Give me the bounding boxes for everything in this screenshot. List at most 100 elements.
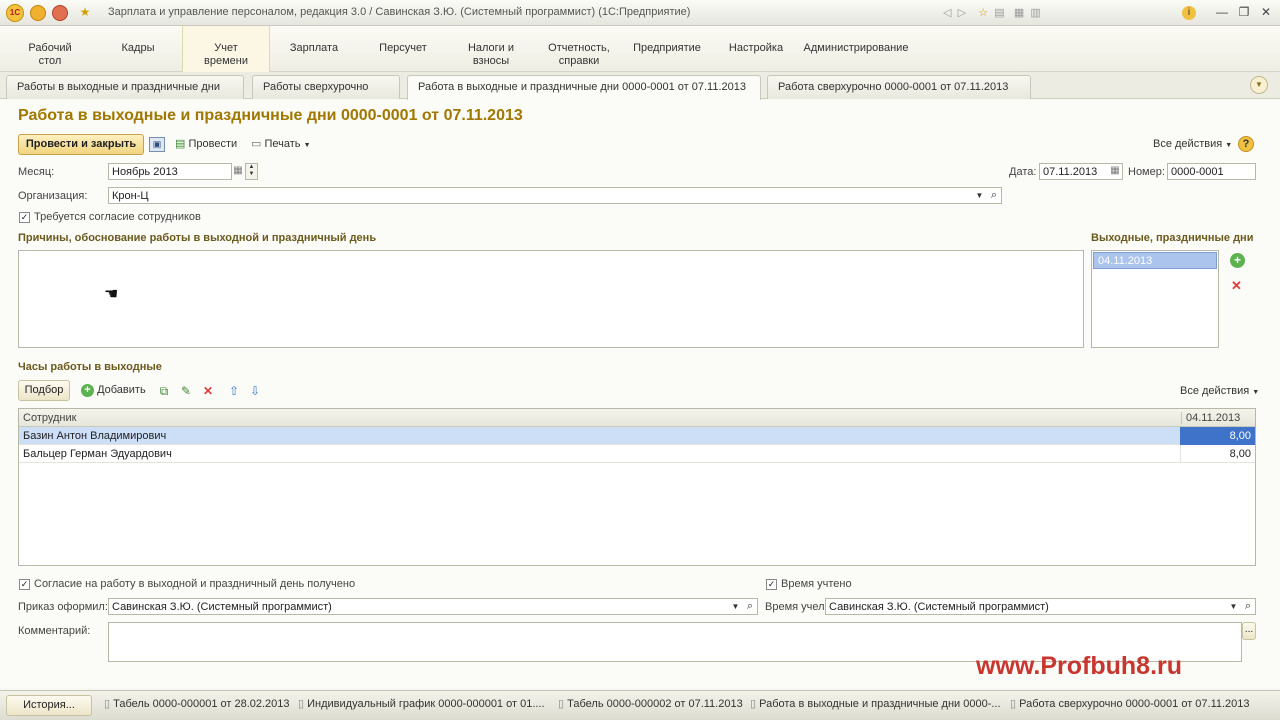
comment-expand-button[interactable]: ... <box>1242 622 1256 640</box>
menu-icon[interactable] <box>30 5 46 21</box>
copy-icon[interactable]: ⧉ <box>157 384 171 398</box>
order-by-field[interactable]: Савинская З.Ю. (Системный программист) <box>108 598 758 615</box>
move-down-icon[interactable]: ⇩ <box>248 384 262 398</box>
maximize-icon[interactable]: ❐ <box>1234 4 1254 20</box>
search-icon[interactable]: ⌕ <box>743 599 757 613</box>
taskbar-item[interactable]: ▯ Табель 0000-000001 от 28.02.2013 <box>104 697 290 710</box>
section-settings[interactable]: Настройка <box>722 26 790 72</box>
window-title: Зарплата и управление персоналом, редакц… <box>108 6 691 18</box>
section-administration[interactable]: Администрирование <box>800 26 912 72</box>
month-stepper[interactable]: ▲ ▼ <box>245 163 258 180</box>
time-counted-checkbox[interactable]: ✓ <box>766 579 777 590</box>
sections-panel: Рабочий стол Кадры Учет времени Зарплата… <box>0 26 1280 72</box>
section-reports[interactable]: Отчетность, справки <box>540 26 618 72</box>
print-button[interactable]: ▭ Печать ▼ <box>251 137 311 153</box>
section-desktop[interactable]: Рабочий стол <box>18 26 82 72</box>
consent-received-checkbox[interactable]: ✓ <box>19 579 30 590</box>
favorites-star-icon[interactable]: ★ <box>78 5 92 19</box>
hours-cell[interactable]: 8,00 <box>1180 445 1255 463</box>
history-icon[interactable] <box>52 5 68 21</box>
section-personal-records[interactable]: Персучет <box>370 26 436 72</box>
column-employee[interactable]: Сотрудник <box>23 412 76 424</box>
taskbar-item[interactable]: ▯ Работа сверхурочно 0000-0001 от 07.11.… <box>1010 697 1250 710</box>
info-icon[interactable]: i <box>1182 6 1196 20</box>
section-time-tracking[interactable]: Учет времени <box>182 26 270 72</box>
post-button[interactable]: ▤ Провести <box>175 137 237 153</box>
column-date[interactable]: 04.11.2013 <box>1181 412 1255 424</box>
table-row[interactable]: Бальцер Герман Эдуардович 8,00 <box>19 445 1255 463</box>
calendar-icon[interactable]: ▦ <box>1109 164 1121 178</box>
table-row[interactable]: Базин Антон Владимирович 8,00 <box>19 427 1255 445</box>
employee-cell: Бальцер Герман Эдуардович <box>23 448 172 460</box>
all-actions-label: Все действия <box>1153 138 1223 150</box>
time-by-field[interactable]: Савинская З.Ю. (Системный программист) <box>825 598 1256 615</box>
forward-icon[interactable]: ▷ <box>958 7 966 19</box>
save-icon[interactable]: ▣ <box>149 137 165 152</box>
star-add-icon[interactable]: ☆ <box>978 7 988 19</box>
section-time-label: Учет времени <box>204 42 248 67</box>
number-field[interactable]: 0000-0001 <box>1167 163 1256 180</box>
tabs-dropdown-icon[interactable]: ▼ <box>1250 76 1268 94</box>
title-bar: 1С ★ Зарплата и управление персоналом, р… <box>0 0 1280 26</box>
hours-table[interactable]: Сотрудник 04.11.2013 Базин Антон Владими… <box>18 408 1256 566</box>
doc-icon: ▯ <box>750 698 757 710</box>
help-button[interactable]: ? <box>1238 136 1254 152</box>
section-salary-label: Зарплата <box>289 42 339 54</box>
taskbar-item[interactable]: ▯ Табель 0000-000002 от 07.11.2013 <box>558 697 743 710</box>
month-label: Месяц: <box>18 166 55 178</box>
calendar-icon[interactable]: ▦ <box>232 164 244 178</box>
date-label: Дата: <box>1009 166 1037 178</box>
edit-icon[interactable]: ✎ <box>179 384 193 398</box>
tab-holiday-work-list[interactable]: Работы в выходные и праздничные дни <box>6 75 244 99</box>
month-field[interactable]: Ноябрь 2013 <box>108 163 232 180</box>
chevron-down-icon[interactable]: ▼ <box>974 188 985 203</box>
doc-icon: ▯ <box>558 698 565 710</box>
organization-field[interactable]: Крон-Ц <box>108 187 1002 204</box>
search-icon[interactable]: ⌕ <box>987 188 1001 202</box>
minimize-icon[interactable]: — <box>1212 4 1232 20</box>
select-button[interactable]: Подбор <box>18 380 70 401</box>
all-actions-button[interactable]: Все действия ▼ <box>1153 138 1232 150</box>
reasons-textarea[interactable] <box>18 250 1084 348</box>
add-row-button[interactable]: + Добавить <box>81 384 146 397</box>
app-logo-icon[interactable]: 1С <box>6 4 24 22</box>
history-button[interactable]: История... <box>6 695 92 716</box>
tab-overtime-document[interactable]: Работа сверхурочно 0000-0001 от 07.11.20… <box>767 75 1031 99</box>
close-window-icon[interactable]: ✕ <box>1256 4 1276 20</box>
doc-icon: ▯ <box>1010 698 1017 710</box>
section-taxes[interactable]: Налоги и взносы <box>456 26 526 72</box>
taskbar-item[interactable]: ▯ Работа в выходные и праздничные дни 00… <box>750 697 1001 710</box>
delete-icon[interactable]: ✕ <box>201 384 215 398</box>
move-up-icon[interactable]: ⇧ <box>227 384 241 398</box>
order-by-label: Приказ оформил: <box>18 601 108 613</box>
list-item[interactable]: 04.11.2013 <box>1093 252 1217 269</box>
post-and-close-button[interactable]: Провести и закрыть <box>18 134 144 155</box>
tab-holiday-work-document[interactable]: Работа в выходные и праздничные дни 0000… <box>407 75 761 100</box>
section-hr[interactable]: Кадры <box>106 26 170 72</box>
hours-section-label: Часы работы в выходные <box>18 361 162 373</box>
calendar-icon[interactable]: ▥ <box>1030 7 1040 19</box>
watermark: www.Profbuh8.ru <box>976 652 1183 680</box>
delete-date-icon[interactable]: ✕ <box>1231 278 1242 294</box>
section-enterprise-label: Предприятие <box>633 42 701 54</box>
section-enterprise[interactable]: Предприятие <box>628 26 706 72</box>
back-icon[interactable]: ◁ <box>943 7 951 19</box>
hours-cell[interactable]: 8,00 <box>1180 427 1255 445</box>
consent-required-checkbox[interactable]: ✓ <box>19 212 30 223</box>
favorites-list-icon[interactable]: ▤ <box>994 7 1004 19</box>
chevron-down-icon[interactable]: ▼ <box>730 599 741 614</box>
section-desktop-label: Рабочий стол <box>28 42 72 67</box>
grid-all-actions-button[interactable]: Все действия ▼ <box>1180 385 1259 397</box>
search-icon[interactable]: ⌕ <box>1241 599 1255 613</box>
employee-cell: Базин Антон Владимирович <box>23 430 167 442</box>
taskbar-item[interactable]: ▯ Индивидуальный график 0000-000001 от 0… <box>298 697 545 710</box>
doc-icon: ▯ <box>104 698 111 710</box>
add-date-icon[interactable]: + <box>1230 253 1245 268</box>
calc-icon[interactable]: ▦ <box>1014 7 1024 19</box>
section-salary[interactable]: Зарплата <box>280 26 348 72</box>
tab-overtime-list[interactable]: Работы сверхурочно <box>252 75 400 99</box>
holidays-list[interactable]: 04.11.2013 <box>1091 250 1219 348</box>
page-title: Работа в выходные и праздничные дни 0000… <box>18 107 523 124</box>
chevron-down-icon[interactable]: ▼ <box>1228 599 1239 614</box>
consent-required-label: Требуется согласие сотрудников <box>34 211 201 223</box>
